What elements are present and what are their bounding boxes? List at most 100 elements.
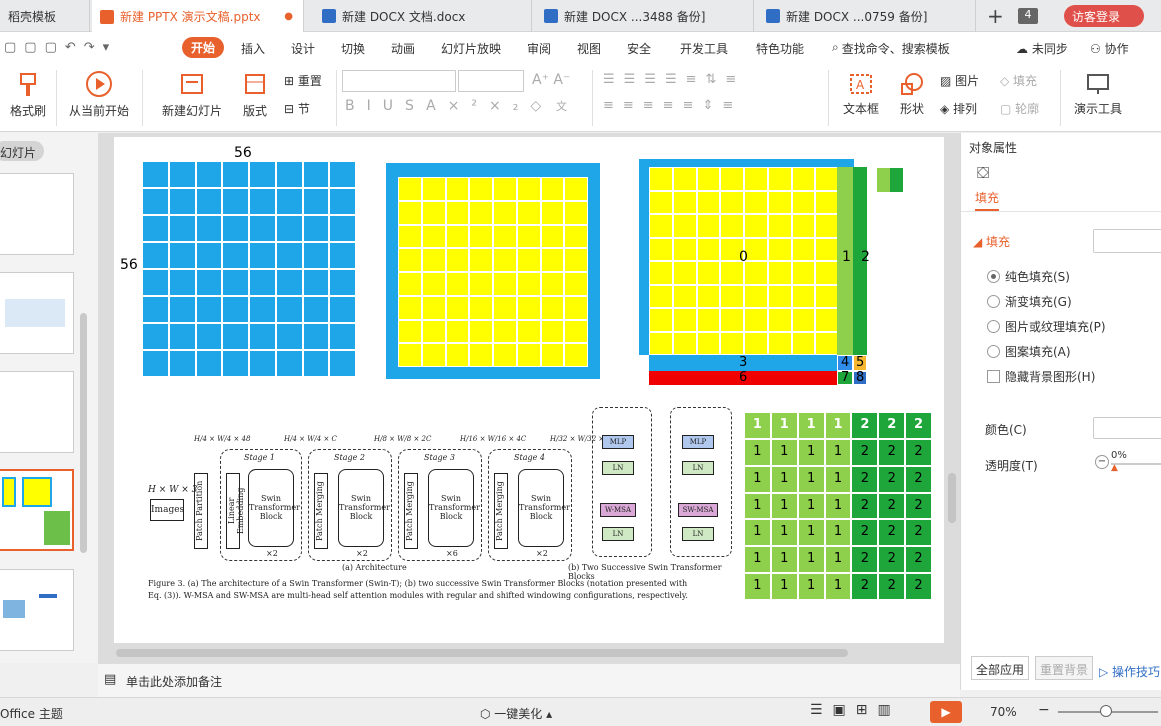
paragraph-icons[interactable]: ☰☰☰☰≡⇅≡ xyxy=(603,72,745,87)
menu-review[interactable]: 审阅 xyxy=(527,40,551,57)
new-slide-button[interactable]: 新建幻灯片 xyxy=(156,72,228,119)
outline-button[interactable]: ▢ 轮廓 xyxy=(1000,100,1039,117)
menu-view[interactable]: 视图 xyxy=(577,40,601,57)
pattern-fill-option[interactable]: 图案填充(A) xyxy=(987,343,1071,360)
menu-slideshow[interactable]: 幻灯片放映 xyxy=(441,40,501,57)
fill-button[interactable]: ◇ 填充 xyxy=(1000,72,1037,89)
menu-insert[interactable]: 插入 xyxy=(241,40,265,57)
fill-tab[interactable]: 填充 xyxy=(975,189,1000,211)
fill-section-header[interactable]: ◢ 填充 xyxy=(973,233,1010,250)
fill-bucket-icon[interactable]: ⛋ xyxy=(977,163,989,183)
slide-thumb-4[interactable] xyxy=(0,469,74,551)
grid-cell xyxy=(249,215,276,242)
grid-cell xyxy=(767,331,792,355)
menu-transition[interactable]: 切换 xyxy=(341,40,365,57)
panel-title: 对象属性 xyxy=(969,141,1018,155)
beautify-button[interactable]: ⬡ 一键美化 ▴ xyxy=(480,705,552,722)
grid-cell xyxy=(275,296,303,323)
login-label: 访客登录 xyxy=(1072,10,1121,24)
grid-cell xyxy=(649,214,673,238)
font-grow-icon[interactable]: A⁺ A⁻ xyxy=(532,72,570,88)
command-search[interactable]: ⌕ 查找命令、搜索模板 xyxy=(832,40,950,57)
quick-access-icons[interactable]: ▢▢▢↶↷▾ xyxy=(4,40,117,55)
grid-cell xyxy=(275,242,303,269)
textbox-button[interactable]: A 文本框 xyxy=(838,72,884,117)
fill-preview-box[interactable] xyxy=(1093,229,1161,253)
reset-button[interactable]: ⊞ 重置 xyxy=(284,72,322,89)
slide-thumb-3[interactable] xyxy=(0,371,74,453)
grid-cell xyxy=(398,248,422,272)
picture-button[interactable]: ▨ 图片 xyxy=(940,72,979,89)
layout-button[interactable]: 版式 xyxy=(237,72,273,119)
slide[interactable]: 56 56 0 1 2 3 4 5 6 7 8 H × W × 3 Images… xyxy=(114,137,944,643)
menu-security[interactable]: 安全 xyxy=(627,40,651,57)
notes-area[interactable]: ▤ 单击此处添加备注 xyxy=(98,663,960,697)
menu-developer[interactable]: 开发工具 xyxy=(680,40,728,57)
grid-cell xyxy=(767,237,792,261)
font-family-select[interactable] xyxy=(342,70,456,92)
zoom-slider-handle[interactable] xyxy=(1100,705,1112,717)
gradient-fill-option[interactable]: 渐变填充(G) xyxy=(987,293,1072,310)
operation-tips-link[interactable]: ▷ 操作技巧 xyxy=(1099,663,1160,680)
mask-cell: 1 xyxy=(770,412,798,439)
tab-docx-3[interactable]: 新建 DOCX ...0759 备份] xyxy=(758,0,976,32)
slide-thumb-5[interactable] xyxy=(0,569,74,651)
new-tab-button[interactable]: + xyxy=(987,4,1004,28)
apply-all-button[interactable]: 全部应用 xyxy=(971,656,1029,680)
slide-thumb-1[interactable] xyxy=(0,173,74,255)
transparency-slider[interactable] xyxy=(1111,463,1161,465)
tab-docer[interactable]: 稻壳模板 xyxy=(0,0,90,32)
mask-cell: 2 xyxy=(851,573,879,600)
slide-horizontal-scrollbar[interactable] xyxy=(116,649,848,657)
hide-background-checkbox[interactable]: 隐藏背景图形(H) xyxy=(987,368,1095,385)
patch-merging-box: Patch Merging xyxy=(404,473,418,549)
tab-pptx[interactable]: 新建 PPTX 演示文稿.pptx ● xyxy=(92,0,304,33)
grid-cell xyxy=(744,284,768,308)
tab-count-badge[interactable]: 4 xyxy=(1018,8,1038,24)
section-button[interactable]: ⊟ 节 xyxy=(284,100,310,117)
menu-design[interactable]: 设计 xyxy=(291,40,315,57)
font-size-select[interactable] xyxy=(458,70,524,92)
picture-fill-option[interactable]: 图片或纹理填充(P) xyxy=(987,318,1106,335)
thumb-panel-scrollbar[interactable] xyxy=(80,313,87,553)
grid-cell xyxy=(275,350,303,377)
arrange-button[interactable]: ◈ 排列 xyxy=(940,100,977,117)
transparency-minus-icon[interactable]: − xyxy=(1095,455,1109,469)
collaborate-button[interactable]: ⚇ 协作 xyxy=(1090,40,1129,57)
guest-login-button[interactable]: 访客登录 xyxy=(1064,5,1144,27)
slides-tab[interactable]: 幻灯片 xyxy=(0,141,44,161)
menu-animation[interactable]: 动画 xyxy=(391,40,415,57)
tab-docx-1[interactable]: 新建 DOCX 文档.docx xyxy=(314,0,532,32)
grid-cell xyxy=(516,272,541,296)
shape-button[interactable]: 形状 xyxy=(894,72,930,117)
play-from-current-button[interactable]: 从当前开始 xyxy=(64,70,134,119)
mask-cell: 1 xyxy=(744,492,771,520)
grid-cell xyxy=(195,323,223,350)
solid-fill-option[interactable]: 纯色填充(S) xyxy=(987,268,1070,285)
reset-background-button[interactable]: 重置背景 xyxy=(1035,656,1093,680)
align-icons[interactable]: ≡≡≡≡≡⇕≡ xyxy=(603,98,742,113)
present-tool-button[interactable]: 演示工具 xyxy=(1068,72,1128,117)
dim-label: H/16 × W/16 × 4C xyxy=(460,435,527,443)
slide-vertical-scrollbar[interactable] xyxy=(948,473,956,523)
menu-home[interactable]: 开始 xyxy=(182,37,225,58)
font-style-icons[interactable]: BIUSA×²×₂◇ xyxy=(345,98,553,114)
tab-docx-2[interactable]: 新建 DOCX ...3488 备份] xyxy=(536,0,754,32)
grid-cell xyxy=(249,350,276,377)
color-picker[interactable] xyxy=(1093,417,1161,439)
grid-cell xyxy=(540,224,565,249)
zoom-out-icon[interactable]: − xyxy=(1038,702,1050,718)
theme-label: Office 主题 xyxy=(0,707,63,721)
view-mode-icons[interactable]: ☰▣⊞▥ xyxy=(810,702,901,718)
zoom-level[interactable]: 70% xyxy=(990,705,1017,719)
format-painter-button[interactable]: 格式刷 xyxy=(10,72,46,119)
sync-status[interactable]: ☁ 未同步 xyxy=(1016,40,1068,57)
menu-features[interactable]: 特色功能 xyxy=(756,40,804,57)
grid-cell xyxy=(469,295,493,320)
grid-cell xyxy=(445,177,470,201)
region-label: 3 xyxy=(739,355,748,370)
slider-handle-icon[interactable]: ▲ xyxy=(1111,463,1118,473)
slide-thumb-2[interactable] xyxy=(0,272,74,354)
phonetic-icon[interactable]: 文 xyxy=(556,98,567,114)
play-slideshow-button[interactable]: ▶ xyxy=(930,701,962,723)
